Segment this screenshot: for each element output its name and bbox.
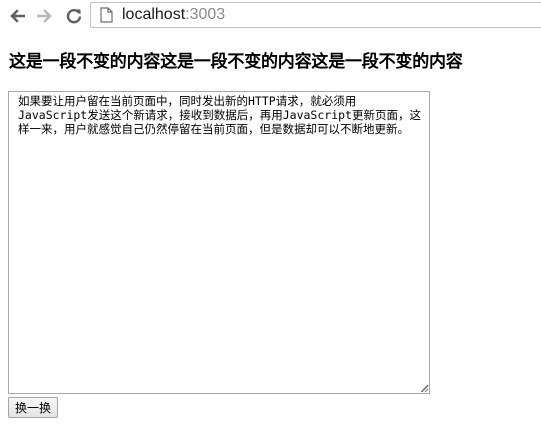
address-bar[interactable]: localhost:3003 [90,2,541,28]
back-arrow-icon [10,9,25,23]
forward-button[interactable] [34,5,56,27]
url-text: localhost:3003 [122,6,225,24]
page-icon [100,7,114,23]
swap-button[interactable]: 换一换 [8,397,59,418]
url-host: localhost [122,6,186,23]
browser-toolbar: localhost:3003 [0,0,541,32]
forward-arrow-icon [37,9,52,23]
content-textarea[interactable]: 如果要让用户留在当前页面中，同时发出新的HTTP请求，就必须用JavaScrip… [8,91,430,394]
page-heading: 这是一段不变的内容这是一段不变的内容这是一段不变的内容 [9,52,463,72]
back-button[interactable] [6,5,28,27]
url-port: :3003 [185,6,226,23]
reload-button[interactable] [63,5,85,27]
reload-icon [66,9,82,24]
